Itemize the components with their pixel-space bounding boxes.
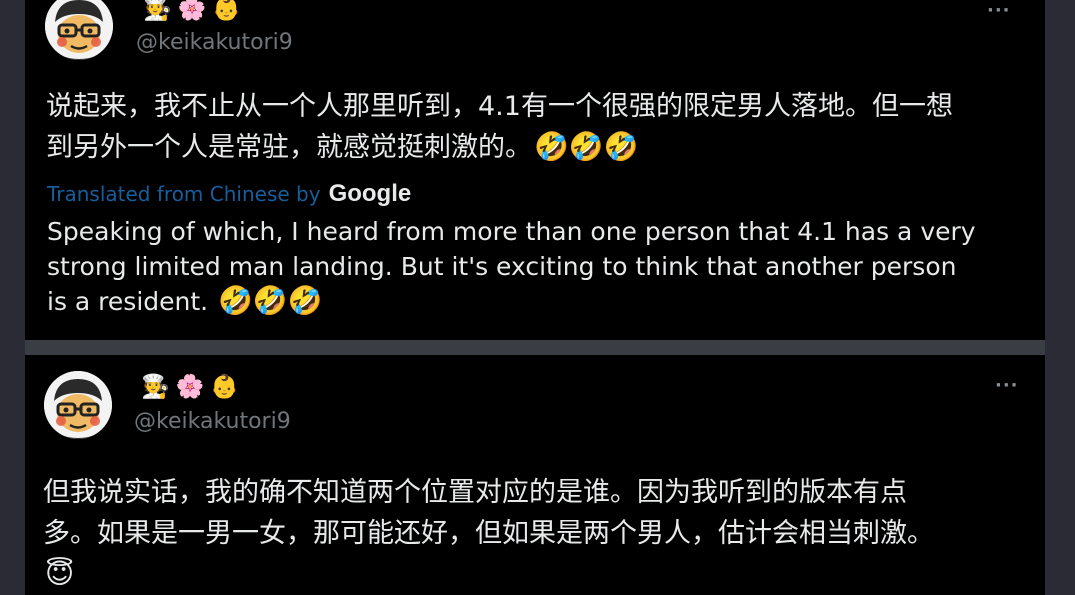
cherry-blossom-emoji-icon: 🌸 [175,374,205,400]
cook-emoji-icon: 🧑‍🍳 [143,0,172,22]
tweet-text-line: 说起来，我不止从一个人那里听到，4.1有一个很强的限定男人落地。但一想 [46,91,953,122]
feed-screenshot: 🧑‍🍳 🌸 👶 @keikakutori9 ··· 说起来，我不止从一个人那里听… [0,0,1075,595]
display-name-emojis[interactable]: 🧑‍🍳 🌸 👶 [143,0,241,21]
more-options-button[interactable]: ··· [995,377,1019,395]
display-name-emojis[interactable]: 🧑‍🍳 🌸 👶 [141,376,239,399]
tweet-card[interactable]: 🧑‍🍳 🌸 👶 @keikakutori9 ··· 但我说实话，我的确不知道两个… [25,355,1045,595]
rolling-laughing-emoji-icon: 🤣🤣🤣 [534,130,639,163]
avatar-cartoon-face-icon [45,0,113,60]
translation-attribution: Translated from Chinese by Google [47,180,411,208]
cherry-blossom-emoji-icon: 🌸 [177,0,207,22]
tweet-text: 说起来，我不止从一个人那里听到，4.1有一个很强的限定男人落地。但一想 到另外一… [46,86,1036,168]
avatar[interactable] [44,371,112,439]
tweet-text-line: 多。如果是一男一女，那可能还好，但如果是两个男人，估计会相当刺激。 [43,518,934,549]
smiling-halo-emoji-icon: 😇 [45,557,75,590]
user-handle[interactable]: @keikakutori9 [136,30,293,55]
translated-text: Speaking of which, I heard from more tha… [47,214,1037,319]
tweet-text-line: 但我说实话，我的确不知道两个位置对应的是谁。因为我听到的版本有点 [43,477,907,508]
translated-text-line: Speaking of which, I heard from more tha… [47,217,976,246]
user-handle[interactable]: @keikakutori9 [134,409,291,434]
translated-text-line: is a resident. [47,287,209,316]
translated-from-label[interactable]: Translated from Chinese by [47,182,321,206]
baby-emoji-icon: 👶 [210,374,239,400]
feed-divider [25,340,1045,355]
avatar[interactable] [45,0,113,60]
rolling-laughing-emoji-icon: 🤣🤣🤣 [218,284,323,317]
google-logo[interactable]: Google [329,180,412,208]
tweet-text: 但我说实话，我的确不知道两个位置对应的是谁。因为我听到的版本有点 多。如果是一男… [43,472,1038,595]
avatar-cartoon-face-icon [44,371,112,439]
tweet-card[interactable]: 🧑‍🍳 🌸 👶 @keikakutori9 ··· 说起来，我不止从一个人那里听… [25,0,1045,340]
baby-emoji-icon: 👶 [212,0,241,22]
more-options-button[interactable]: ··· [987,2,1011,20]
translated-text-line: strong limited man landing. But it's exc… [47,252,957,281]
cook-emoji-icon: 🧑‍🍳 [141,374,170,400]
tweet-text-line: 到另外一个人是常驻，就感觉挺刺激的。 [46,132,532,163]
